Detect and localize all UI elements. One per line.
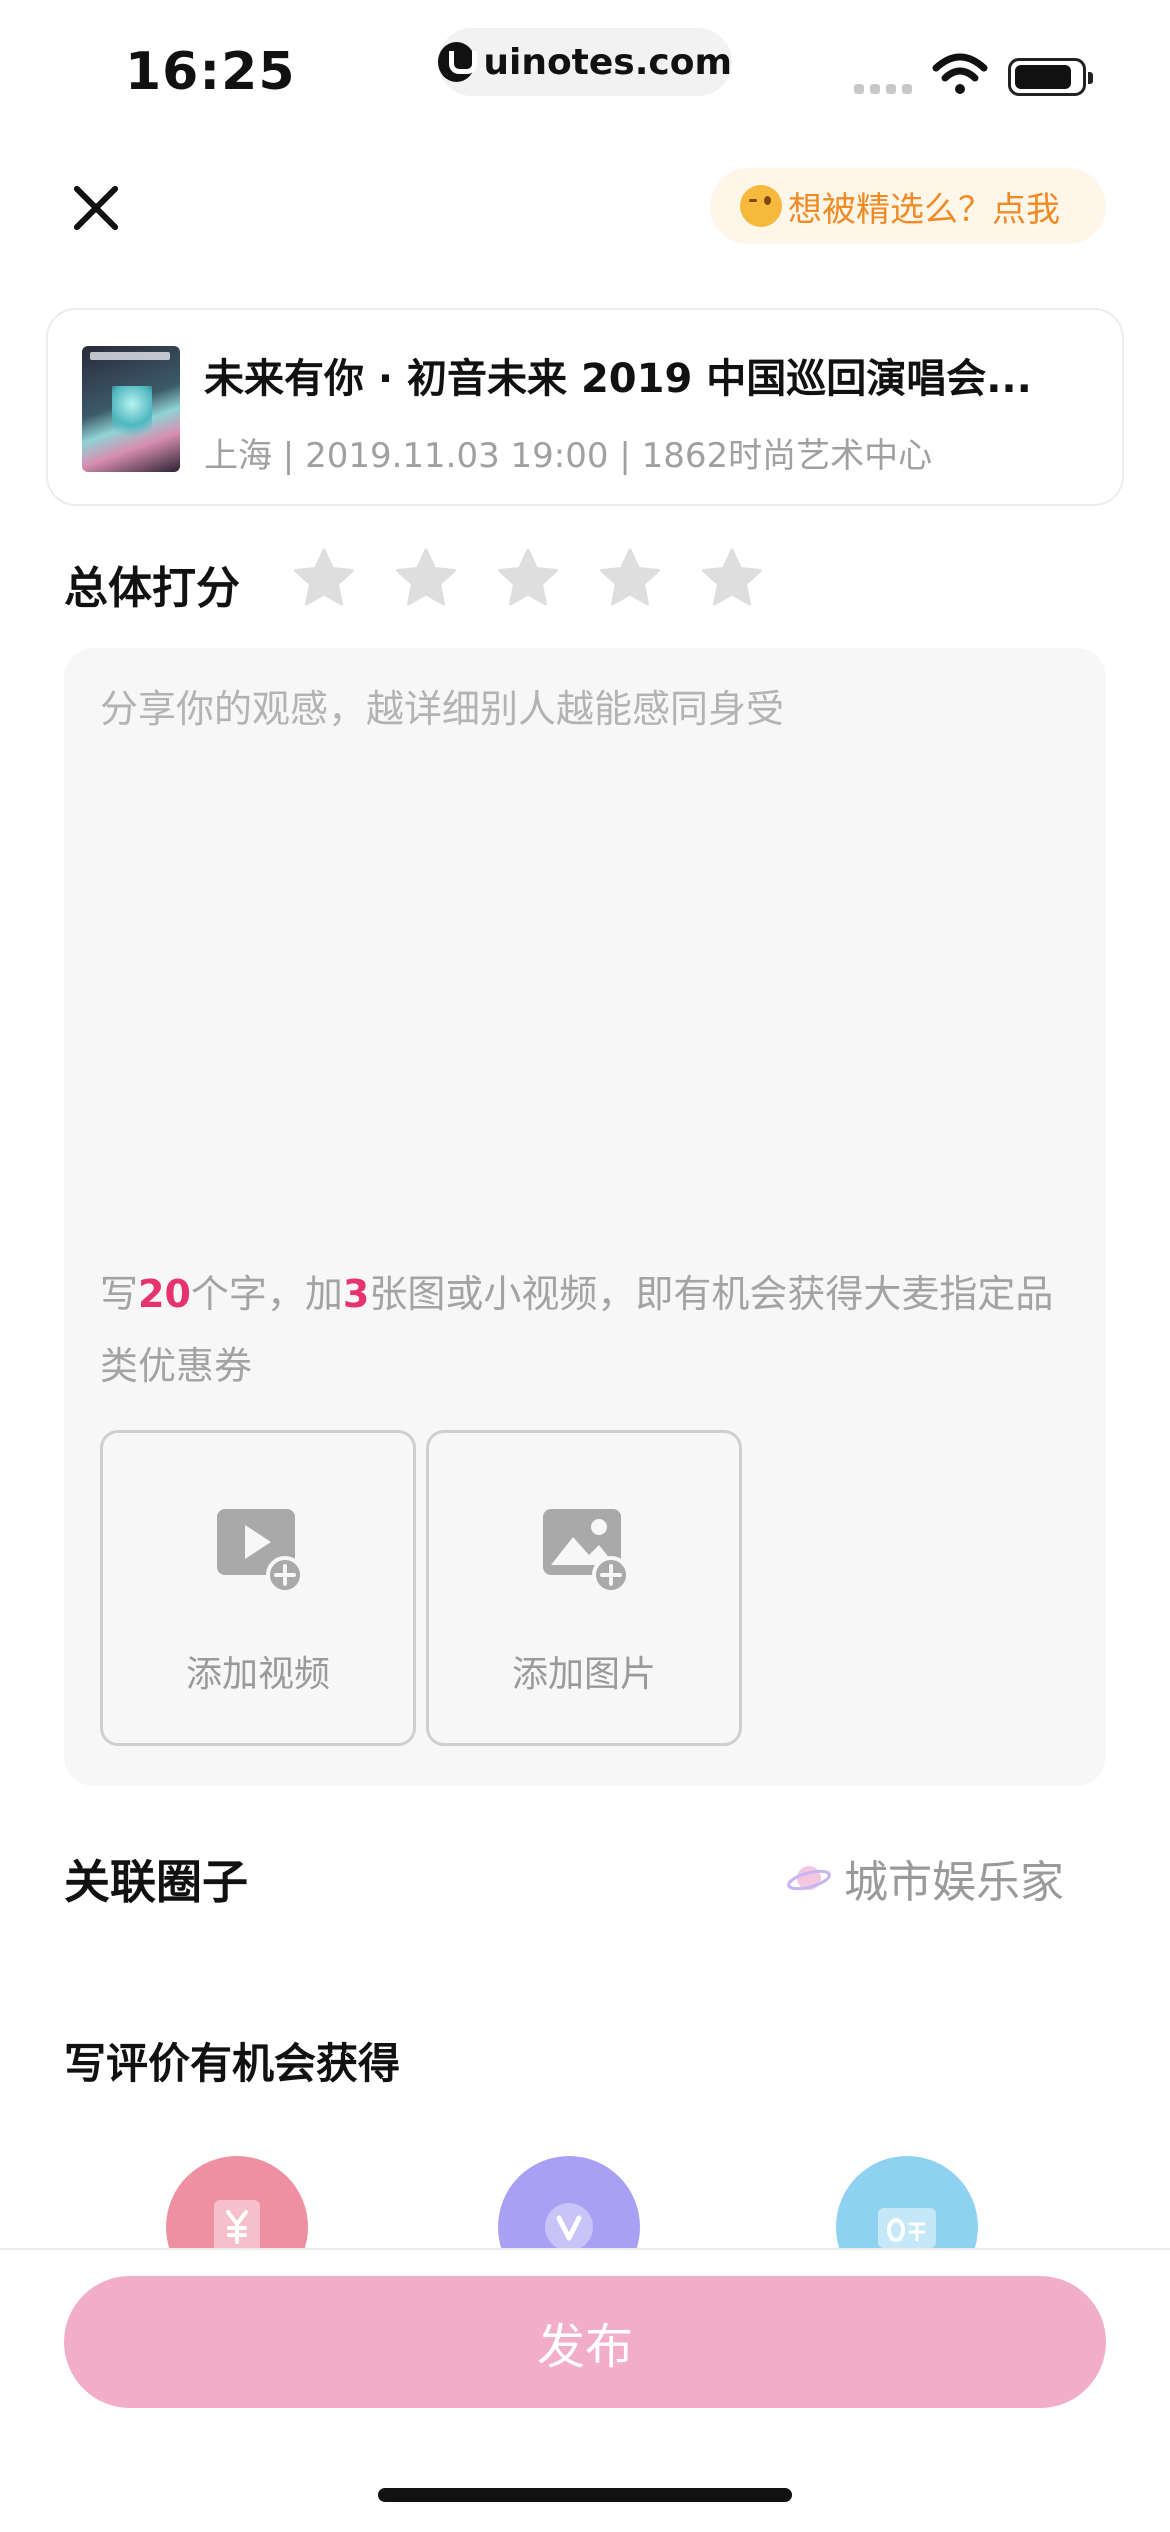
status-bar: 16:25 uinotes.com: [0, 0, 1170, 140]
home-indicator[interactable]: [378, 2488, 792, 2502]
event-card[interactable]: 未来有你 · 初音未来 2019 中国巡回演唱会... 上海 | 2019.11…: [46, 308, 1124, 506]
wink-emoji-icon: [740, 185, 782, 227]
cellular-signal-icon: [854, 84, 912, 94]
add-video-icon: [217, 1509, 304, 1593]
wifi-icon: [932, 53, 988, 94]
add-image-label: 添加图片: [511, 1654, 656, 1695]
url-text: uinotes.com: [483, 41, 732, 83]
hint-prefix: 写: [100, 1272, 139, 1316]
rating-label: 总体打分: [64, 563, 240, 614]
event-meta: 上海 | 2019.11.03 19:00 | 1862时尚艺术中心: [204, 436, 933, 476]
featured-prompt-text: 想被精选么？点我: [788, 189, 1060, 230]
star-icon-3[interactable]: [496, 546, 560, 610]
star-icon-5[interactable]: [700, 546, 764, 610]
featured-prompt-button[interactable]: 想被精选么？点我: [710, 168, 1106, 244]
star-icon-2[interactable]: [394, 546, 458, 610]
hint-words-count: 20: [138, 1272, 191, 1316]
status-time: 16:25: [125, 42, 296, 102]
hint-images-count: 3: [342, 1272, 370, 1316]
star-rating[interactable]: [292, 546, 764, 610]
review-hint: 写20个字，加3张图或小视频，即有机会获得大麦指定品类优惠券: [100, 1258, 1090, 1402]
event-poster: [82, 346, 180, 472]
add-image-icon: [543, 1509, 630, 1593]
planet-icon: [787, 1866, 831, 1891]
add-video-button[interactable]: 添加视频: [100, 1430, 416, 1746]
review-textarea[interactable]: [100, 678, 1070, 1198]
circle-selector[interactable]: 城市娱乐家: [786, 1846, 1064, 1910]
event-title: 未来有你 · 初音未来 2019 中国巡回演唱会...: [204, 356, 1032, 402]
publish-button[interactable]: 发布: [64, 2276, 1106, 2408]
url-pill[interactable]: uinotes.com: [438, 28, 732, 96]
close-button[interactable]: [64, 176, 128, 240]
hint-mid: 个字，加: [190, 1272, 343, 1316]
add-video-label: 添加视频: [185, 1654, 330, 1695]
battery-icon: [1008, 58, 1093, 96]
star-icon-4[interactable]: [598, 546, 662, 610]
add-image-button[interactable]: 添加图片: [426, 1430, 742, 1746]
review-panel: 写20个字，加3张图或小视频，即有机会获得大麦指定品类优惠券 添加视频 添加图片: [64, 648, 1106, 1786]
circle-value: 城市娱乐家: [844, 1857, 1064, 1908]
star-icon-1[interactable]: [292, 546, 356, 610]
rewards-label: 写评价有机会获得: [64, 2039, 401, 2088]
circle-label: 关联圈子: [64, 1855, 248, 1909]
site-logo-icon: [438, 42, 478, 82]
